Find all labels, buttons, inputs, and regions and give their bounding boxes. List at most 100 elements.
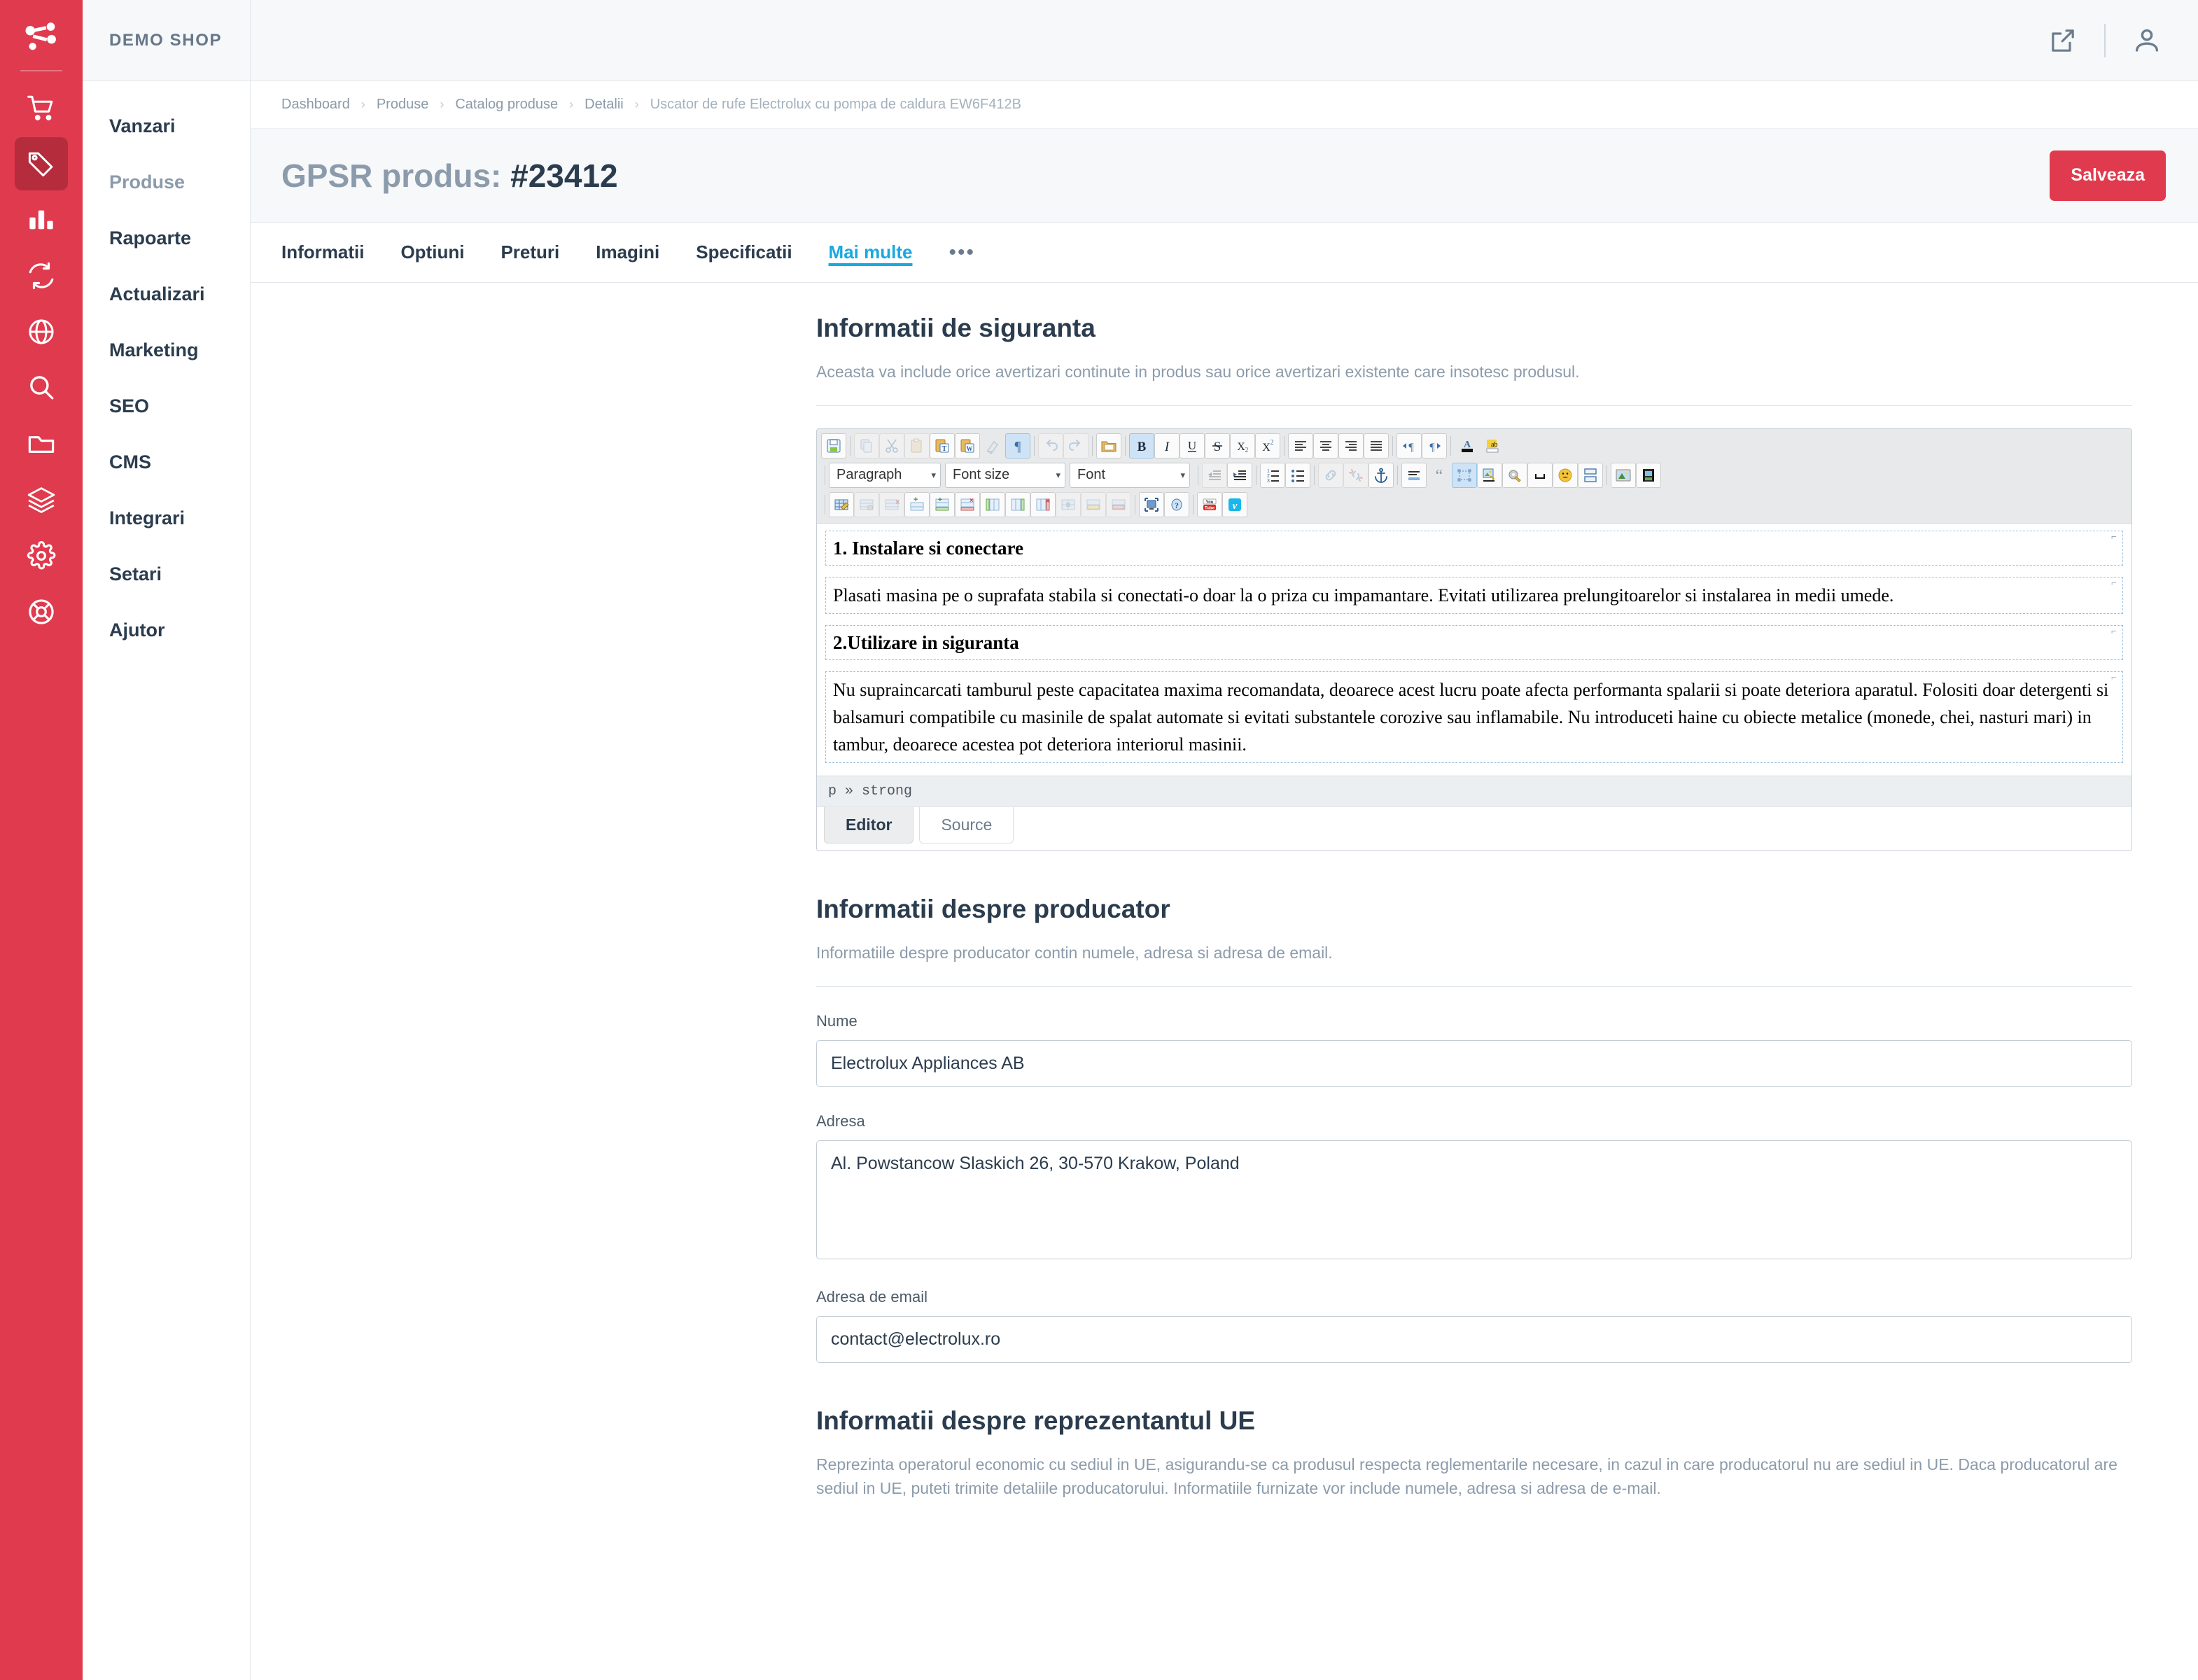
flash-icon[interactable] [1502,462,1527,488]
italic-icon[interactable]: I [1154,433,1180,458]
link-icon[interactable] [1318,462,1343,488]
blockquote-icon[interactable]: “ [1427,463,1452,488]
paste-word-icon[interactable]: W [955,433,980,458]
bold-icon[interactable]: B [1129,433,1154,458]
underline-icon[interactable]: U [1180,433,1205,458]
strikethrough-icon[interactable]: S [1205,433,1230,458]
rail-item-reports[interactable] [15,193,68,246]
about-icon[interactable]: ? [1164,491,1189,517]
anchor-icon[interactable] [1368,462,1394,488]
tab-preturi[interactable]: Preturi [500,241,559,263]
undo-icon[interactable] [1038,433,1063,458]
rail-item-settings[interactable] [15,529,68,582]
outdent-icon[interactable] [1202,462,1227,488]
paragraph-format-select[interactable]: Paragraph ▾ [829,462,941,488]
rail-item-products[interactable] [15,137,68,190]
ltr-icon[interactable]: ¶ [1396,433,1422,458]
editor-block-paragraph-2[interactable]: Nu supraincarcati tamburul peste capacit… [825,671,2123,764]
breadcrumb-item-detalii[interactable]: Detalii [584,97,624,113]
editor-content-area[interactable]: 1. Instalare si conectare ⌐ Plasati masi… [817,523,2132,776]
app-logo-icon[interactable] [17,14,66,63]
editor-tab-source[interactable]: Source [919,807,1014,844]
indent-icon[interactable] [1227,462,1252,488]
breadcrumb-item-produse[interactable]: Produse [377,97,429,113]
rail-item-sales[interactable] [15,81,68,134]
table-icon[interactable] [829,491,854,517]
subscript-icon[interactable]: X2 [1230,433,1255,458]
page-break-icon[interactable] [1578,462,1603,488]
save-icon[interactable] [821,433,846,458]
editor-block-heading-2[interactable]: 2.Utilizare in siguranta ⌐ [825,624,2123,661]
merge-cells-icon[interactable] [1056,491,1081,517]
maximize-icon[interactable] [1139,491,1164,517]
youtube-icon[interactable]: You Tube [1197,491,1222,517]
insert-row-before-icon[interactable]: + [904,491,930,517]
email-input[interactable] [816,1315,2132,1363]
unlink-icon[interactable] [1343,462,1368,488]
align-right-icon[interactable] [1338,433,1364,458]
delete-row-icon[interactable]: × [955,491,980,517]
align-center-icon[interactable] [1313,433,1338,458]
sidebar-item-setari[interactable]: Setari [83,546,250,602]
media-video-icon[interactable] [1636,462,1661,488]
delete-table-icon[interactable]: × [879,491,904,517]
bulleted-list-icon[interactable] [1285,462,1310,488]
vimeo-icon[interactable]: v [1222,491,1247,517]
tab-imagini[interactable]: Imagini [596,241,659,263]
paste-text-icon[interactable]: T [930,433,955,458]
sidebar-item-cms[interactable]: CMS [83,434,250,490]
rail-item-seo[interactable] [15,361,68,414]
editor-block-paragraph-1[interactable]: Plasati masina pe o suprafata stabila si… [825,576,2123,614]
copy-icon[interactable] [854,433,879,458]
cut-icon[interactable] [879,433,904,458]
sidebar-item-actualizari[interactable]: Actualizari [83,266,250,322]
special-char-icon[interactable] [1527,462,1553,488]
table-properties-icon[interactable] [854,491,879,517]
insert-column-before-icon[interactable] [980,491,1005,517]
remove-format-icon[interactable] [980,433,1005,458]
name-input[interactable] [816,1040,2132,1087]
editor-block-heading-1[interactable]: 1. Instalare si conectare ⌐ [825,530,2123,566]
user-account-icon[interactable] [2128,22,2166,59]
sidebar-item-produse[interactable]: Produse [83,154,250,210]
superscript-icon[interactable]: X2 [1255,433,1280,458]
external-link-icon[interactable] [2044,22,2082,59]
rail-item-marketing[interactable] [15,305,68,358]
rail-item-updates[interactable] [15,249,68,302]
tab-mai-multe[interactable]: Mai multe [829,241,913,263]
redo-icon[interactable] [1063,433,1088,458]
breadcrumb-item-dashboard[interactable]: Dashboard [281,97,350,113]
delete-column-icon[interactable]: × [1030,491,1056,517]
div-container-icon[interactable] [1452,462,1477,488]
media-image-icon[interactable] [1611,462,1636,488]
numbered-list-icon[interactable]: 123 [1260,462,1285,488]
sidebar-item-marketing[interactable]: Marketing [83,322,250,378]
sidebar-item-ajutor[interactable]: Ajutor [83,602,250,658]
tab-optiuni[interactable]: Optiuni [400,241,464,263]
sidebar-item-rapoarte[interactable]: Rapoarte [83,210,250,266]
font-size-select[interactable]: Font size ▾ [945,462,1065,488]
rtl-icon[interactable]: ¶ [1422,433,1447,458]
show-blocks-icon[interactable]: ¶ [1005,433,1030,458]
tab-overflow-icon[interactable]: ••• [948,241,975,262]
sidebar-item-vanzari[interactable]: Vanzari [83,98,250,154]
tab-specificatii[interactable]: Specificatii [696,241,792,263]
justify-icon[interactable] [1364,433,1389,458]
tab-informatii[interactable]: Informatii [281,241,364,263]
font-family-select[interactable]: Font ▾ [1070,462,1190,488]
split-cell-vertical-icon[interactable] [1106,491,1131,517]
split-cell-horizontal-icon[interactable] [1081,491,1106,517]
insert-row-after-icon[interactable]: + [930,491,955,517]
paste-icon[interactable] [904,433,930,458]
rail-item-cms[interactable] [15,417,68,470]
address-textarea[interactable]: Al. Powstancow Slaskich 26, 30-570 Krako… [816,1140,2132,1259]
background-color-icon[interactable]: ab [1480,433,1505,458]
save-button[interactable]: Salveaza [2050,150,2166,201]
templates-icon[interactable] [1096,433,1121,458]
align-left-icon[interactable] [1288,433,1313,458]
insert-column-after-icon[interactable] [1005,491,1030,517]
sidebar-item-seo[interactable]: SEO [83,378,250,434]
image-icon[interactable] [1477,462,1502,488]
breadcrumb-item-catalog[interactable]: Catalog produse [455,97,558,113]
rail-item-help[interactable] [15,585,68,638]
